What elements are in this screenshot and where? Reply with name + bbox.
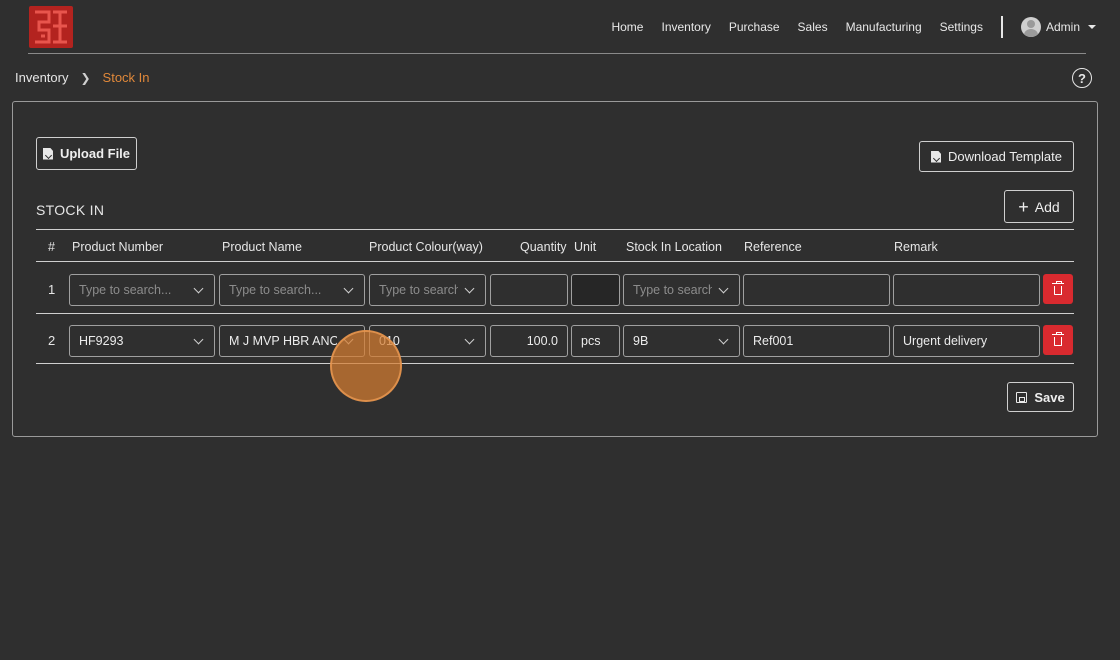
main-nav: Home Inventory Purchase Sales Manufactur… — [611, 15, 1096, 39]
chevron-down-icon — [343, 334, 354, 344]
stock-in-card: Upload File Download Template STOCK IN +… — [12, 101, 1098, 437]
download-template-button[interactable]: Download Template — [919, 141, 1074, 172]
colourway-value: 010 — [379, 334, 400, 348]
trash-icon — [1052, 280, 1064, 295]
stock-in-location-select[interactable]: 9B — [623, 325, 740, 357]
help-icon[interactable]: ? — [1072, 68, 1092, 88]
nav-settings[interactable]: Settings — [940, 20, 983, 34]
plus-icon: + — [1018, 196, 1029, 217]
col-header-unit: Unit — [574, 240, 597, 254]
company-logo[interactable] — [29, 6, 73, 48]
file-upload-icon — [42, 147, 53, 160]
save-icon — [1016, 391, 1028, 403]
chevron-down-icon — [464, 334, 475, 344]
add-row-button[interactable]: + Add — [1004, 190, 1074, 223]
col-header-index: # — [48, 240, 55, 254]
caret-down-icon — [1088, 25, 1096, 29]
avatar — [1020, 17, 1041, 37]
location-value: 9B — [633, 334, 649, 348]
reference-input[interactable] — [743, 274, 890, 306]
reference-value: Ref001 — [753, 334, 794, 348]
table-bottom-rule — [36, 363, 1074, 364]
breadcrumb-current: Stock In — [102, 70, 150, 85]
remark-input[interactable] — [893, 274, 1040, 306]
chevron-right-icon: ❯ — [80, 70, 91, 85]
quantity-input[interactable] — [490, 274, 568, 306]
colourway-select[interactable]: Type to search — [369, 274, 486, 306]
product-number-value: HF9293 — [79, 334, 124, 348]
nav-purchase[interactable]: Purchase — [729, 20, 780, 34]
nav-manufacturing[interactable]: Manufacturing — [846, 20, 922, 34]
user-menu[interactable]: Admin — [1020, 17, 1096, 37]
chevron-down-icon — [343, 283, 354, 293]
product-number-select[interactable]: Type to search... — [69, 274, 215, 306]
row-number: 2 — [48, 333, 56, 348]
col-header-remark: Remark — [894, 240, 938, 254]
file-download-icon — [931, 150, 942, 163]
chevron-down-icon — [718, 283, 729, 293]
remark-input[interactable]: Urgent delivery — [893, 325, 1040, 357]
col-header-colourway: Product Colour(way) — [369, 240, 483, 254]
colourway-placeholder: Type to search — [379, 283, 458, 297]
chevron-down-icon — [718, 334, 729, 344]
location-placeholder: Type to search — [633, 283, 712, 297]
nav-home[interactable]: Home — [611, 20, 643, 34]
top-bar: Home Inventory Purchase Sales Manufactur… — [0, 0, 1120, 54]
col-header-product-number: Product Number — [72, 240, 164, 254]
chevron-down-icon — [193, 334, 204, 344]
breadcrumb-inventory[interactable]: Inventory — [15, 70, 68, 85]
reference-input[interactable]: Ref001 — [743, 325, 890, 357]
colourway-select[interactable]: 010 — [369, 325, 486, 357]
save-button[interactable]: Save — [1007, 382, 1074, 412]
product-name-select[interactable]: Type to search... — [219, 274, 365, 306]
upload-file-button[interactable]: Upload File — [36, 137, 137, 170]
user-name: Admin — [1045, 20, 1080, 34]
header-bottom-rule — [36, 261, 1074, 262]
row-divider — [36, 313, 1074, 314]
nav-sales[interactable]: Sales — [798, 20, 828, 34]
unit-value: pcs — [581, 334, 601, 348]
chevron-down-icon — [464, 283, 475, 293]
row-number: 1 — [48, 282, 56, 297]
delete-row-button[interactable] — [1043, 325, 1073, 355]
stock-in-location-select[interactable]: Type to search — [623, 274, 740, 306]
nav-inventory[interactable]: Inventory — [661, 20, 710, 34]
table-top-rule — [36, 229, 1074, 230]
col-header-reference: Reference — [744, 240, 802, 254]
product-number-placeholder: Type to search... — [79, 283, 172, 297]
product-name-select[interactable]: M J MVP HBR ANORAK — [219, 325, 365, 357]
save-label: Save — [1034, 389, 1065, 405]
col-header-location: Stock In Location — [626, 240, 722, 254]
download-template-label: Download Template — [948, 149, 1062, 164]
section-title: STOCK IN — [36, 202, 105, 218]
product-number-select[interactable]: HF9293 — [69, 325, 215, 357]
quantity-value: 100.0 — [526, 334, 558, 348]
col-header-product-name: Product Name — [222, 240, 302, 254]
quantity-input[interactable]: 100.0 — [490, 325, 568, 357]
product-name-value: M J MVP HBR ANORAK — [229, 334, 337, 348]
upload-file-label: Upload File — [59, 146, 131, 161]
chevron-down-icon — [193, 283, 204, 293]
add-label: Add — [1034, 198, 1060, 215]
trash-icon — [1052, 331, 1064, 346]
breadcrumb: Inventory ❯ Stock In — [15, 70, 150, 85]
header-divider — [28, 53, 1086, 54]
delete-row-button[interactable] — [1043, 274, 1073, 304]
unit-field[interactable]: pcs — [571, 325, 620, 357]
product-name-placeholder: Type to search... — [229, 283, 322, 297]
nav-divider — [1000, 16, 1003, 38]
remark-value: Urgent delivery — [903, 334, 988, 348]
col-header-quantity: Quantity — [520, 240, 567, 254]
unit-field[interactable] — [571, 274, 620, 306]
